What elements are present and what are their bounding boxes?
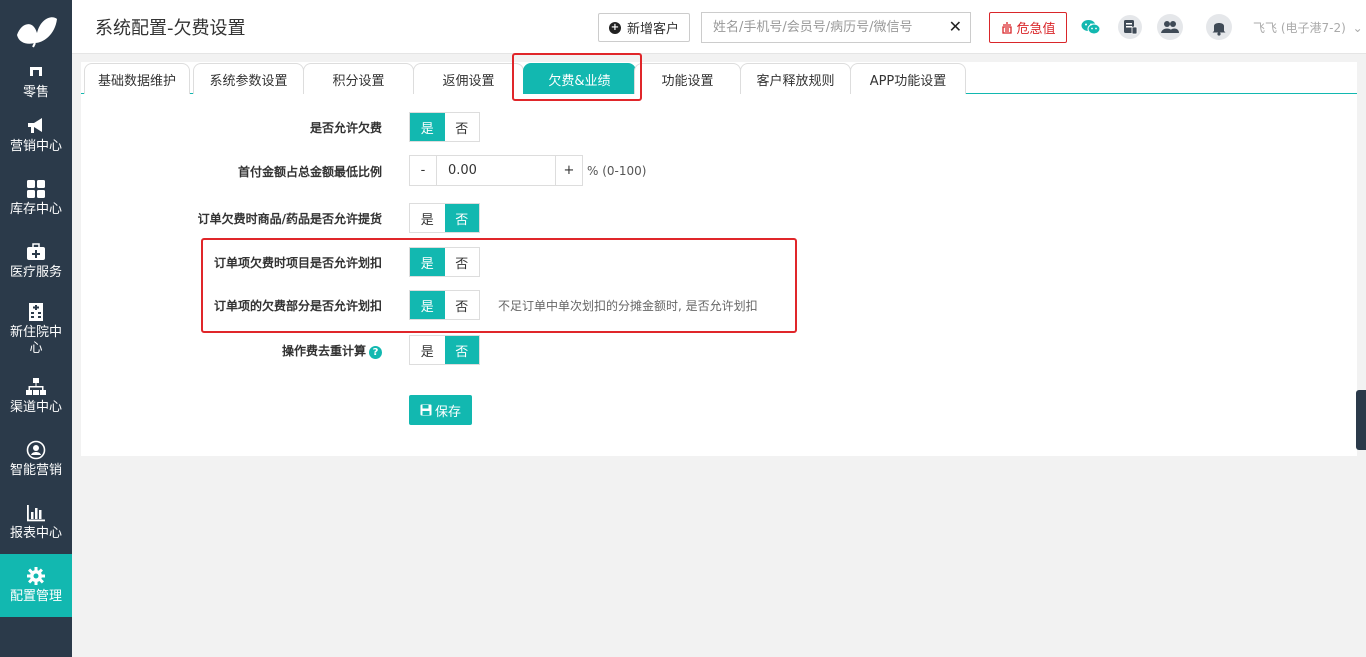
user-name-label: 飞飞 (电子港7-2)	[1253, 21, 1346, 35]
tab-basic-data[interactable]: 基础数据维护	[84, 63, 190, 94]
yes-option[interactable]: 是	[410, 291, 445, 319]
min-ratio-stepper: - 0.00 + % (0-100)	[409, 155, 646, 186]
plus-circle-icon: +	[608, 21, 621, 34]
sidebar-item-label: 报表中心	[9, 526, 62, 541]
min-ratio-input[interactable]: 0.00	[437, 155, 555, 186]
sidebar-item-label: 配置管理	[9, 589, 62, 604]
gear-icon	[25, 566, 47, 586]
yes-option[interactable]: 是	[410, 113, 445, 141]
no-option[interactable]: 否	[445, 291, 480, 319]
tab-commission[interactable]: 返佣设置	[413, 63, 524, 94]
no-option[interactable]: 否	[444, 204, 479, 232]
tab-points[interactable]: 积分设置	[303, 63, 414, 94]
save-label: 保存	[434, 404, 461, 420]
fee-dedup-toggle: 是 否	[409, 335, 480, 365]
bar-chart-icon	[25, 503, 47, 523]
bell-icon[interactable]	[1206, 14, 1232, 40]
sidebar: 零售 营销中心 库存中心 医疗服务 新住院中心 渠道中心 智能营销 报表中心 配…	[0, 0, 72, 657]
no-option[interactable]: 否	[444, 336, 479, 364]
sidebar-item-smart-marketing[interactable]: 智能营销	[0, 428, 72, 491]
sidebar-item-label: 库存中心	[9, 202, 62, 217]
fee-dedup-label-wrap: 操作费去重计算?	[282, 342, 382, 359]
sidebar-item-config[interactable]: 配置管理	[0, 554, 72, 617]
fee-dedup-label: 操作费去重计算	[281, 344, 366, 358]
close-icon[interactable]: ✕	[949, 17, 962, 36]
sidebar-item-medical[interactable]: 医疗服务	[0, 230, 72, 293]
yes-option[interactable]: 是	[410, 204, 445, 232]
medical-kit-icon	[25, 242, 47, 262]
increment-button[interactable]: +	[555, 155, 583, 186]
users-group-icon[interactable]	[1157, 14, 1183, 40]
no-option[interactable]: 否	[445, 113, 480, 141]
sidebar-item-reports[interactable]: 报表中心	[0, 491, 72, 554]
sidebar-item-label: 新住院中心	[9, 324, 62, 356]
yes-option[interactable]: 是	[410, 248, 445, 276]
item-deduct-toggle: 是 否	[409, 247, 480, 277]
partial-deduct-toggle: 是 否	[409, 290, 480, 320]
new-customer-button[interactable]: + 新增客户	[598, 13, 690, 42]
allow-pickup-label: 订单欠费时商品/药品是否允许提货	[197, 212, 382, 226]
search-input[interactable]	[702, 13, 942, 42]
tab-functions[interactable]: 功能设置	[634, 63, 741, 94]
min-ratio-label: 首付金额占总金额最低比例	[237, 165, 382, 179]
item-deduct-label: 订单项欠费时项目是否允许划扣	[213, 256, 382, 270]
partial-deduct-hint: 不足订单中单次划扣的分摊金额时, 是否允许划扣	[498, 299, 758, 313]
hospital-icon	[25, 302, 47, 322]
partial-deduct-label: 订单项的欠费部分是否允许划扣	[213, 299, 382, 313]
app-logo[interactable]	[0, 0, 72, 62]
new-customer-label: 新增客户	[626, 22, 679, 37]
floppy-disk-icon	[420, 404, 432, 416]
user-menu[interactable]: 飞飞 (电子港7-2) ⌄	[1253, 19, 1363, 36]
megaphone-icon	[25, 116, 47, 136]
sidebar-item-label: 智能营销	[9, 463, 62, 478]
sidebar-item-label: 医疗服务	[9, 265, 62, 280]
ratio-unit: % (0-100)	[587, 163, 647, 178]
wechat-icon[interactable]	[1078, 14, 1104, 40]
critical-value-label: 危急值	[1016, 22, 1056, 37]
grid-icon	[25, 179, 47, 199]
critical-value-icon	[1002, 21, 1013, 34]
decrement-button[interactable]: -	[409, 155, 437, 186]
butterfly-logo-icon	[17, 17, 57, 48]
sidebar-item-marketing[interactable]: 营销中心	[0, 104, 72, 167]
retail-icon	[25, 62, 47, 82]
smart-user-icon	[25, 440, 47, 460]
note-list-icon[interactable]	[1117, 14, 1143, 40]
tab-app-functions[interactable]: APP功能设置	[850, 63, 966, 94]
sidebar-item-label: 营销中心	[9, 139, 62, 154]
yes-option[interactable]: 是	[410, 336, 445, 364]
sidebar-item-channel[interactable]: 渠道中心	[0, 365, 72, 428]
sidebar-item-label: 渠道中心	[9, 400, 62, 415]
critical-value-button[interactable]: 危急值	[989, 12, 1067, 43]
sidebar-item-label: 零售	[22, 84, 49, 100]
help-icon[interactable]: ?	[369, 346, 382, 359]
page-title: 系统配置-欠费设置	[95, 18, 246, 39]
tab-system-params[interactable]: 系统参数设置	[193, 63, 304, 94]
settings-card: 基础数据维护 系统参数设置 积分设置 返佣设置 欠费&业绩 功能设置 客户释放规…	[81, 62, 1357, 456]
top-header: 系统配置-欠费设置 + 新增客户 ✕ 危急值 飞飞 (电子港7-2) ⌄	[72, 0, 1366, 54]
customer-search: ✕	[701, 12, 971, 43]
settings-tabs: 基础数据维护 系统参数设置 积分设置 返佣设置 欠费&业绩 功能设置 客户释放规…	[81, 62, 1357, 94]
sidebar-item-retail[interactable]: 零售	[0, 58, 72, 104]
allow-debt-label: 是否允许欠费	[309, 121, 382, 135]
allow-debt-toggle: 是 否	[409, 112, 480, 142]
no-option[interactable]: 否	[445, 248, 480, 276]
tab-customer-release[interactable]: 客户释放规则	[740, 63, 851, 94]
sidebar-item-inventory[interactable]: 库存中心	[0, 167, 72, 230]
allow-pickup-toggle: 是 否	[409, 203, 480, 233]
sidebar-item-inpatient[interactable]: 新住院中心	[0, 293, 72, 365]
tab-arrears-performance[interactable]: 欠费&业绩	[523, 63, 636, 94]
side-scroll-handle[interactable]	[1356, 390, 1366, 450]
chevron-down-icon: ⌄	[1352, 21, 1363, 35]
save-button[interactable]: 保存	[409, 395, 472, 425]
org-chart-icon	[25, 377, 47, 397]
